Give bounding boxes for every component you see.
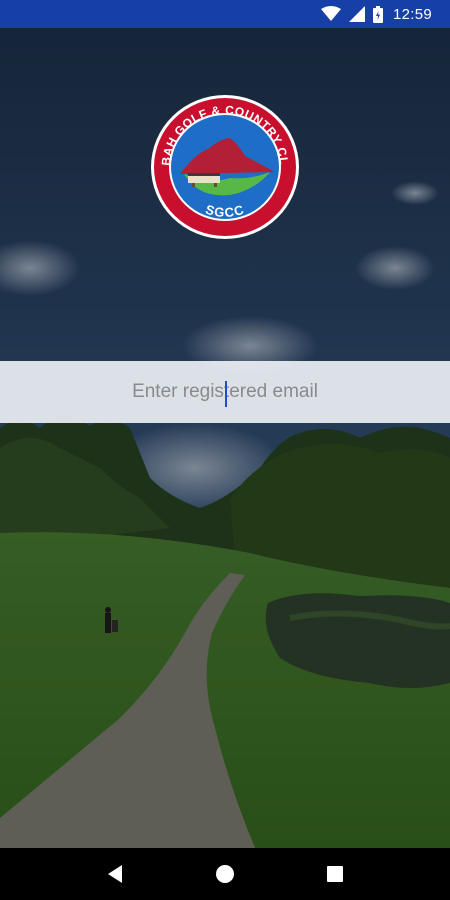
club-logo: SABAH GOLF & COUNTRY CLUB SGCC xyxy=(150,94,299,239)
back-button[interactable] xyxy=(91,850,139,898)
text-cursor xyxy=(225,381,227,407)
recents-icon xyxy=(327,866,343,882)
navigation-bar xyxy=(0,848,450,900)
signal-icon xyxy=(348,6,365,22)
wifi-icon xyxy=(320,6,341,22)
login-screen: 12:59 BAH GOLF & COUNTRY CL SGCC Enter r… xyxy=(0,0,450,900)
back-icon xyxy=(108,865,122,883)
status-bar: 12:59 xyxy=(0,0,450,28)
home-icon xyxy=(216,865,234,883)
recents-button[interactable] xyxy=(311,850,359,898)
battery-icon xyxy=(372,5,383,23)
status-time: 12:59 xyxy=(392,5,432,23)
home-button[interactable] xyxy=(201,850,249,898)
